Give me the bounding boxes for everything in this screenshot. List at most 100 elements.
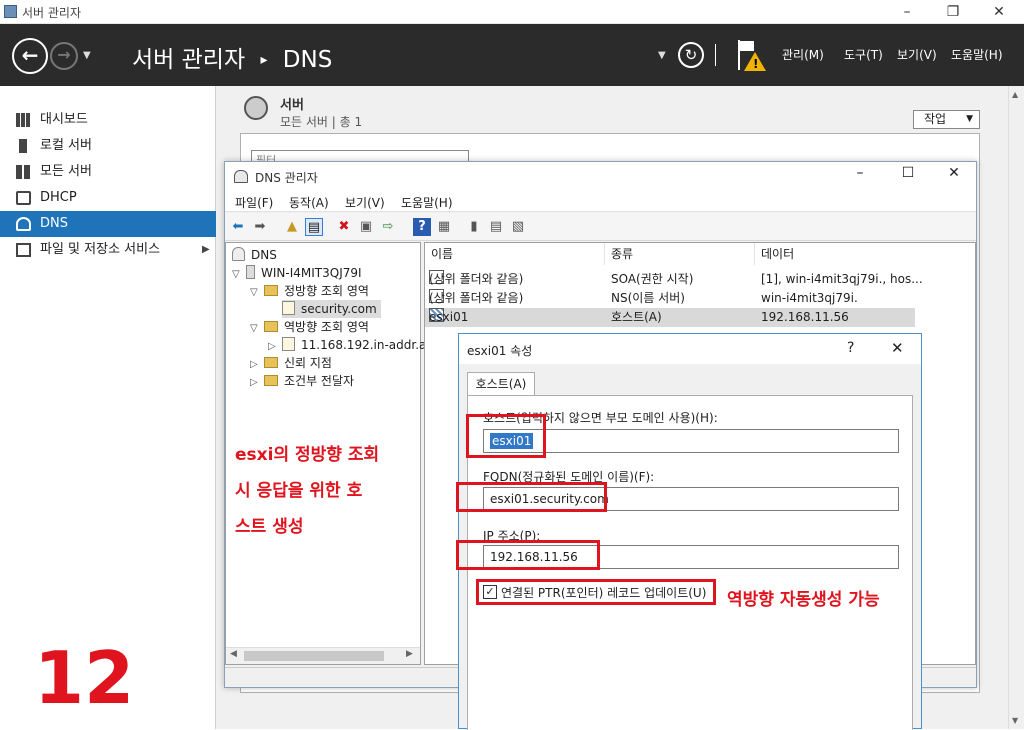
tree-node-reverse-zone[interactable]: ▷ 11.168.192.in-addr.a: [268, 336, 426, 354]
table-row[interactable]: (상위 폴더와 같음) SOA(권한 시작) [1], win-i4mit3qj…: [425, 270, 923, 289]
tree-node-dns[interactable]: DNS: [232, 246, 277, 264]
dns-icon: [232, 247, 245, 261]
all-servers-icon: [16, 165, 31, 179]
sidebar-item-local-server[interactable]: 로컬 서버: [0, 133, 216, 159]
notifications-flag-icon[interactable]: !: [736, 40, 766, 72]
tree-node-forward-zones[interactable]: ▽ 정방향 조회 영역: [250, 282, 369, 300]
app-icon: [4, 5, 17, 18]
file-storage-icon: [16, 243, 31, 257]
back-arrow-icon[interactable]: ⬅: [229, 218, 247, 236]
close-button[interactable]: ✕: [976, 2, 1022, 22]
dashboard-icon: [16, 113, 31, 127]
maximize-button[interactable]: ❐: [930, 2, 976, 22]
breadcrumb-root[interactable]: 서버 관리자: [132, 47, 245, 73]
tree-node-reverse-zones[interactable]: ▽ 역방향 조회 영역: [250, 318, 369, 336]
highlight-ip-field: [456, 540, 600, 570]
record-type: 호스트(A): [611, 310, 662, 324]
record-data: 192.168.11.56: [761, 310, 849, 324]
refresh-icon[interactable]: ↻: [678, 42, 704, 68]
main-scrollbar[interactable]: ▲ ▼: [1008, 86, 1024, 729]
export-list-icon[interactable]: ⇨: [379, 218, 397, 236]
sidebar-item-file-storage[interactable]: 파일 및 저장소 서비스 ▶: [0, 237, 216, 263]
minimize-button[interactable]: –: [884, 2, 930, 22]
dns-menu-help[interactable]: 도움말(H): [401, 194, 453, 211]
dialog-close-button[interactable]: ✕: [891, 339, 904, 357]
expand-arrow-icon[interactable]: ▶: [202, 237, 210, 263]
tree-label: DNS: [251, 248, 277, 262]
back-button[interactable]: ←: [12, 38, 48, 74]
servers-icon: [244, 96, 268, 120]
breadcrumb: 서버 관리자 ▸ DNS: [132, 40, 332, 74]
delete-icon[interactable]: ✖: [335, 218, 353, 236]
properties-icon[interactable]: ▣: [357, 218, 375, 236]
server-icon: [246, 265, 255, 279]
chevron-down-icon: ▼: [966, 114, 973, 124]
help-icon[interactable]: ?: [413, 218, 431, 236]
tree-hscrollbar[interactable]: ◀ ▶: [226, 647, 420, 664]
column-header-name[interactable]: 이름: [425, 243, 605, 265]
tree-label: 신뢰 지점: [284, 356, 332, 370]
dns-maximize-button[interactable]: ☐: [893, 165, 923, 181]
menu-manage[interactable]: 관리(M): [782, 46, 824, 63]
annotation-forward-lookup-3: 스트 생성: [235, 517, 304, 537]
folder-icon: [264, 375, 278, 386]
header-dropdown-icon[interactable]: ▼: [658, 50, 666, 61]
tree-node-trust-points[interactable]: ▷ 신뢰 지점: [250, 354, 332, 372]
tree-node-server[interactable]: ▽ WIN-I4MIT3QJ79I: [232, 264, 362, 282]
menu-tools[interactable]: 도구(T): [844, 46, 883, 63]
server-icon-1[interactable]: ▮: [465, 218, 483, 236]
tree-label: 역방향 조회 영역: [284, 320, 369, 334]
tree-node-conditional-forwarders[interactable]: ▷ 조건부 전달자: [250, 372, 354, 390]
server-icon-2[interactable]: ▤: [487, 218, 505, 236]
sidebar-item-label: 대시보드: [40, 112, 88, 127]
sidebar-item-dashboard[interactable]: 대시보드: [0, 107, 216, 133]
sidebar-item-dns[interactable]: DNS: [0, 211, 216, 237]
dns-menu-action[interactable]: 동작(A): [289, 194, 329, 211]
action-pane-icon[interactable]: ▦: [435, 218, 453, 236]
dns-app-icon: [234, 170, 248, 183]
dns-menu-view[interactable]: 보기(V): [345, 194, 385, 211]
up-folder-icon[interactable]: ▲: [283, 218, 301, 236]
collapse-arrow-icon[interactable]: ▽: [250, 284, 264, 302]
column-header-data[interactable]: 데이터: [755, 243, 975, 265]
record-properties-dialog: esxi01 속성 ? ✕ 호스트(A) 호스트(입력하지 않으면 부모 도메인…: [458, 333, 922, 730]
column-header-type[interactable]: 종류: [605, 243, 755, 265]
tab-label: 호스트(A): [475, 377, 527, 391]
scroll-left-icon[interactable]: ◀: [230, 649, 237, 659]
scroll-up-icon[interactable]: ▲: [1012, 90, 1018, 99]
forward-button[interactable]: →: [50, 42, 78, 70]
menu-view[interactable]: 보기(V): [897, 46, 937, 63]
scroll-down-icon[interactable]: ▼: [1012, 716, 1018, 725]
tab-host-a[interactable]: 호스트(A): [467, 372, 535, 396]
show-tree-icon[interactable]: ▤: [305, 218, 323, 236]
annotation-reverse-auto: 역방향 자동생성 가능: [727, 590, 880, 610]
highlight-ptr-checkbox: [476, 579, 716, 605]
header-divider: [715, 44, 716, 66]
collapse-arrow-icon[interactable]: ▽: [232, 266, 246, 284]
tasks-dropdown[interactable]: 작업 ▼: [913, 110, 980, 129]
history-dropdown-icon[interactable]: ▼: [83, 50, 91, 61]
table-row[interactable]: esxi01 호스트(A) 192.168.11.56: [425, 308, 915, 327]
dns-close-button[interactable]: ✕: [939, 165, 969, 181]
scroll-right-icon[interactable]: ▶: [406, 649, 413, 659]
dialog-help-button[interactable]: ?: [847, 340, 854, 356]
collapse-arrow-icon[interactable]: ▽: [250, 320, 264, 338]
menu-help[interactable]: 도움말(H): [951, 46, 1003, 63]
dns-minimize-button[interactable]: –: [845, 165, 875, 181]
tree-label: 조건부 전달자: [284, 374, 355, 388]
servers-title: 서버: [280, 98, 304, 113]
forward-arrow-icon[interactable]: ➡: [251, 218, 269, 236]
tree-label: WIN-I4MIT3QJ79I: [261, 266, 362, 280]
sidebar-item-all-servers[interactable]: 모든 서버: [0, 159, 216, 185]
servers-subtitle: 모든 서버 | 총 1: [280, 115, 363, 129]
local-server-icon: [19, 139, 27, 153]
zone-icon: [282, 301, 295, 315]
dns-menu-file[interactable]: 파일(F): [235, 194, 273, 211]
sidebar-item-dhcp[interactable]: DHCP: [0, 185, 216, 211]
server-icon-3[interactable]: ▧: [509, 218, 527, 236]
table-row[interactable]: (상위 폴더와 같음) NS(이름 서버) win-i4mit3qj79i.: [425, 289, 915, 308]
scroll-thumb[interactable]: [244, 651, 384, 661]
dialog-title-bar: esxi01 속성 ? ✕: [459, 334, 921, 364]
tree-node-security-com[interactable]: security.com: [282, 300, 381, 318]
expand-arrow-icon[interactable]: ▷: [250, 374, 264, 392]
